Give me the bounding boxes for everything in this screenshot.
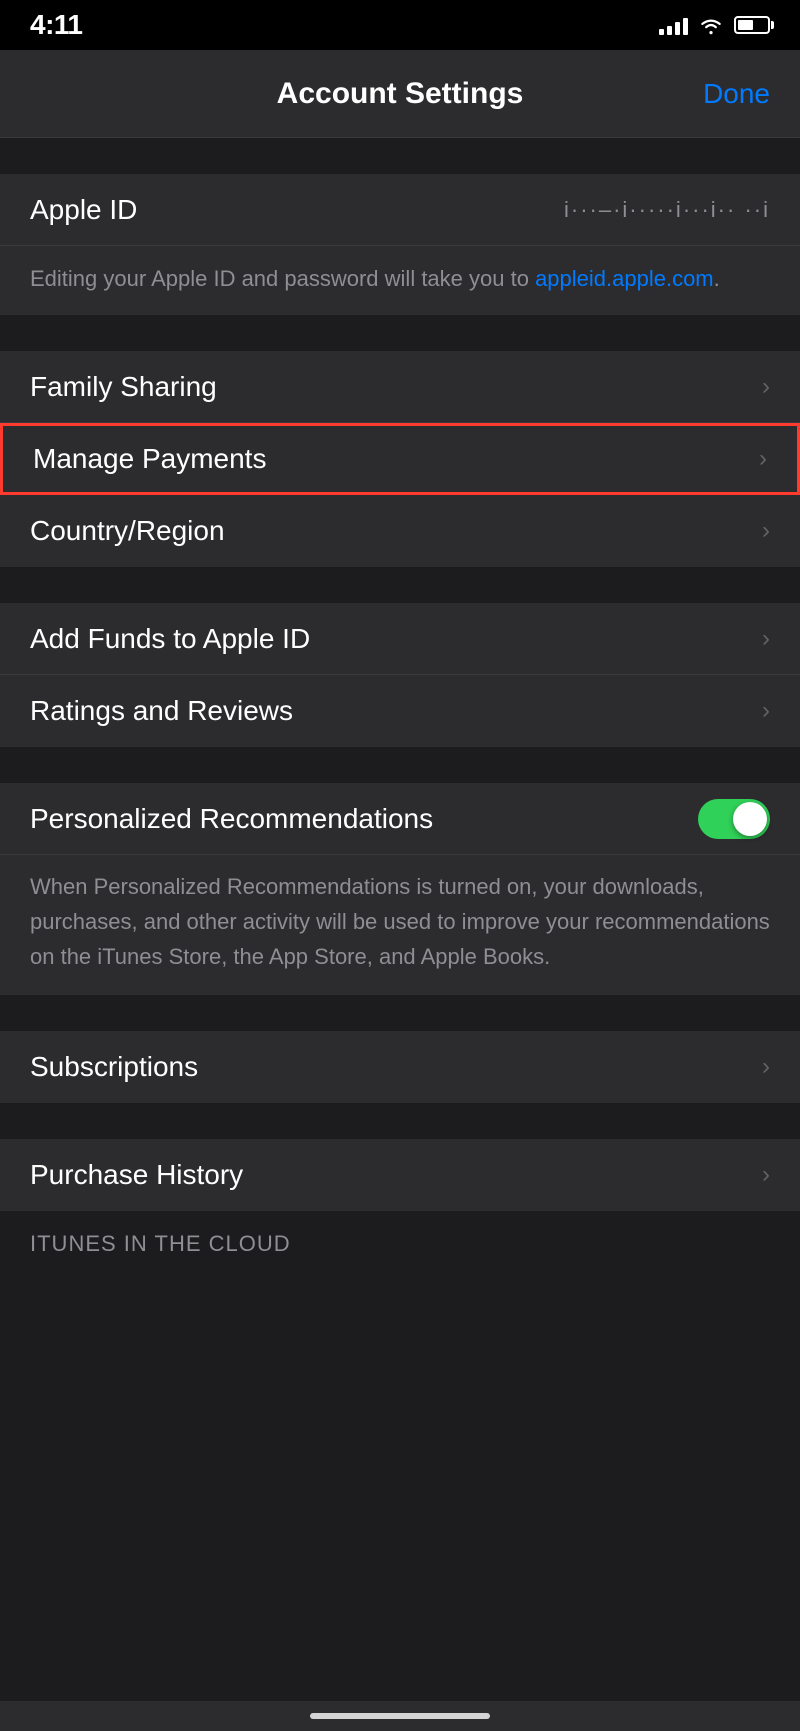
add-funds-item[interactable]: Add Funds to Apple ID › xyxy=(0,603,800,675)
add-funds-label: Add Funds to Apple ID xyxy=(30,623,310,655)
signal-icon xyxy=(659,15,688,35)
apple-id-label: Apple ID xyxy=(30,194,137,226)
wifi-icon xyxy=(698,15,724,35)
apple-id-note-end: . xyxy=(714,266,720,291)
apple-id-section: Apple ID i···–·i·····i···i·· ··i Editing… xyxy=(0,174,800,315)
subscriptions-chevron: › xyxy=(762,1053,770,1081)
done-button[interactable]: Done xyxy=(703,78,770,110)
family-sharing-item[interactable]: Family Sharing › xyxy=(0,351,800,423)
ratings-reviews-item[interactable]: Ratings and Reviews › xyxy=(0,675,800,747)
manage-payments-label: Manage Payments xyxy=(33,443,266,475)
recommendations-section: Personalized Recommendations When Person… xyxy=(0,783,800,995)
section-gap-4 xyxy=(0,747,800,783)
ratings-reviews-label: Ratings and Reviews xyxy=(30,695,293,727)
subscriptions-item[interactable]: Subscriptions › xyxy=(0,1031,800,1103)
purchase-history-section: Purchase History › xyxy=(0,1139,800,1211)
apple-id-note: Editing your Apple ID and password will … xyxy=(0,246,800,315)
home-indicator xyxy=(0,1701,800,1731)
recommendations-row: Personalized Recommendations xyxy=(0,783,800,855)
manage-payments-right: › xyxy=(759,445,767,473)
add-funds-chevron: › xyxy=(762,625,770,653)
section-gap-3 xyxy=(0,567,800,603)
page-title: Account Settings xyxy=(277,77,524,111)
apple-id-note-text: Editing your Apple ID and password will … xyxy=(30,266,535,291)
store-options-section: Add Funds to Apple ID › Ratings and Revi… xyxy=(0,603,800,747)
country-region-right: › xyxy=(762,517,770,545)
status-bar: 4:11 xyxy=(0,0,800,50)
country-region-chevron: › xyxy=(762,517,770,545)
status-time: 4:11 xyxy=(30,9,83,41)
home-bar xyxy=(310,1713,490,1719)
apple-id-row[interactable]: Apple ID i···–·i·····i···i·· ··i xyxy=(0,174,800,246)
status-icons xyxy=(659,15,770,35)
subscriptions-section: Subscriptions › xyxy=(0,1031,800,1103)
purchase-history-right: › xyxy=(762,1161,770,1189)
itunes-cloud-header: iTUNES IN THE CLOUD xyxy=(0,1211,800,1269)
family-sharing-chevron: › xyxy=(762,373,770,401)
section-gap-1 xyxy=(0,138,800,174)
manage-payments-item[interactable]: Manage Payments › xyxy=(0,423,800,495)
recommendations-label: Personalized Recommendations xyxy=(30,803,433,835)
manage-payments-chevron: › xyxy=(759,445,767,473)
purchase-history-item[interactable]: Purchase History › xyxy=(0,1139,800,1211)
section-gap-5 xyxy=(0,995,800,1031)
ratings-reviews-right: › xyxy=(762,697,770,725)
apple-id-link[interactable]: appleid.apple.com xyxy=(535,266,714,291)
section-gap-6 xyxy=(0,1103,800,1139)
subscriptions-label: Subscriptions xyxy=(30,1051,198,1083)
apple-id-value: i···–·i·····i···i·· ··i xyxy=(564,197,770,223)
recommendations-toggle[interactable] xyxy=(698,799,770,839)
recommendations-note: When Personalized Recommendations is tur… xyxy=(0,855,800,995)
subscriptions-right: › xyxy=(762,1053,770,1081)
purchase-history-label: Purchase History xyxy=(30,1159,243,1191)
add-funds-right: › xyxy=(762,625,770,653)
section-gap-2 xyxy=(0,315,800,351)
family-sharing-right: › xyxy=(762,373,770,401)
account-options-section: Family Sharing › Manage Payments › Count… xyxy=(0,351,800,567)
family-sharing-label: Family Sharing xyxy=(30,371,217,403)
nav-bar: Account Settings Done xyxy=(0,50,800,138)
ratings-reviews-chevron: › xyxy=(762,697,770,725)
purchase-history-chevron: › xyxy=(762,1161,770,1189)
battery-icon xyxy=(734,16,770,34)
country-region-label: Country/Region xyxy=(30,515,225,547)
toggle-knob xyxy=(733,802,767,836)
country-region-item[interactable]: Country/Region › xyxy=(0,495,800,567)
